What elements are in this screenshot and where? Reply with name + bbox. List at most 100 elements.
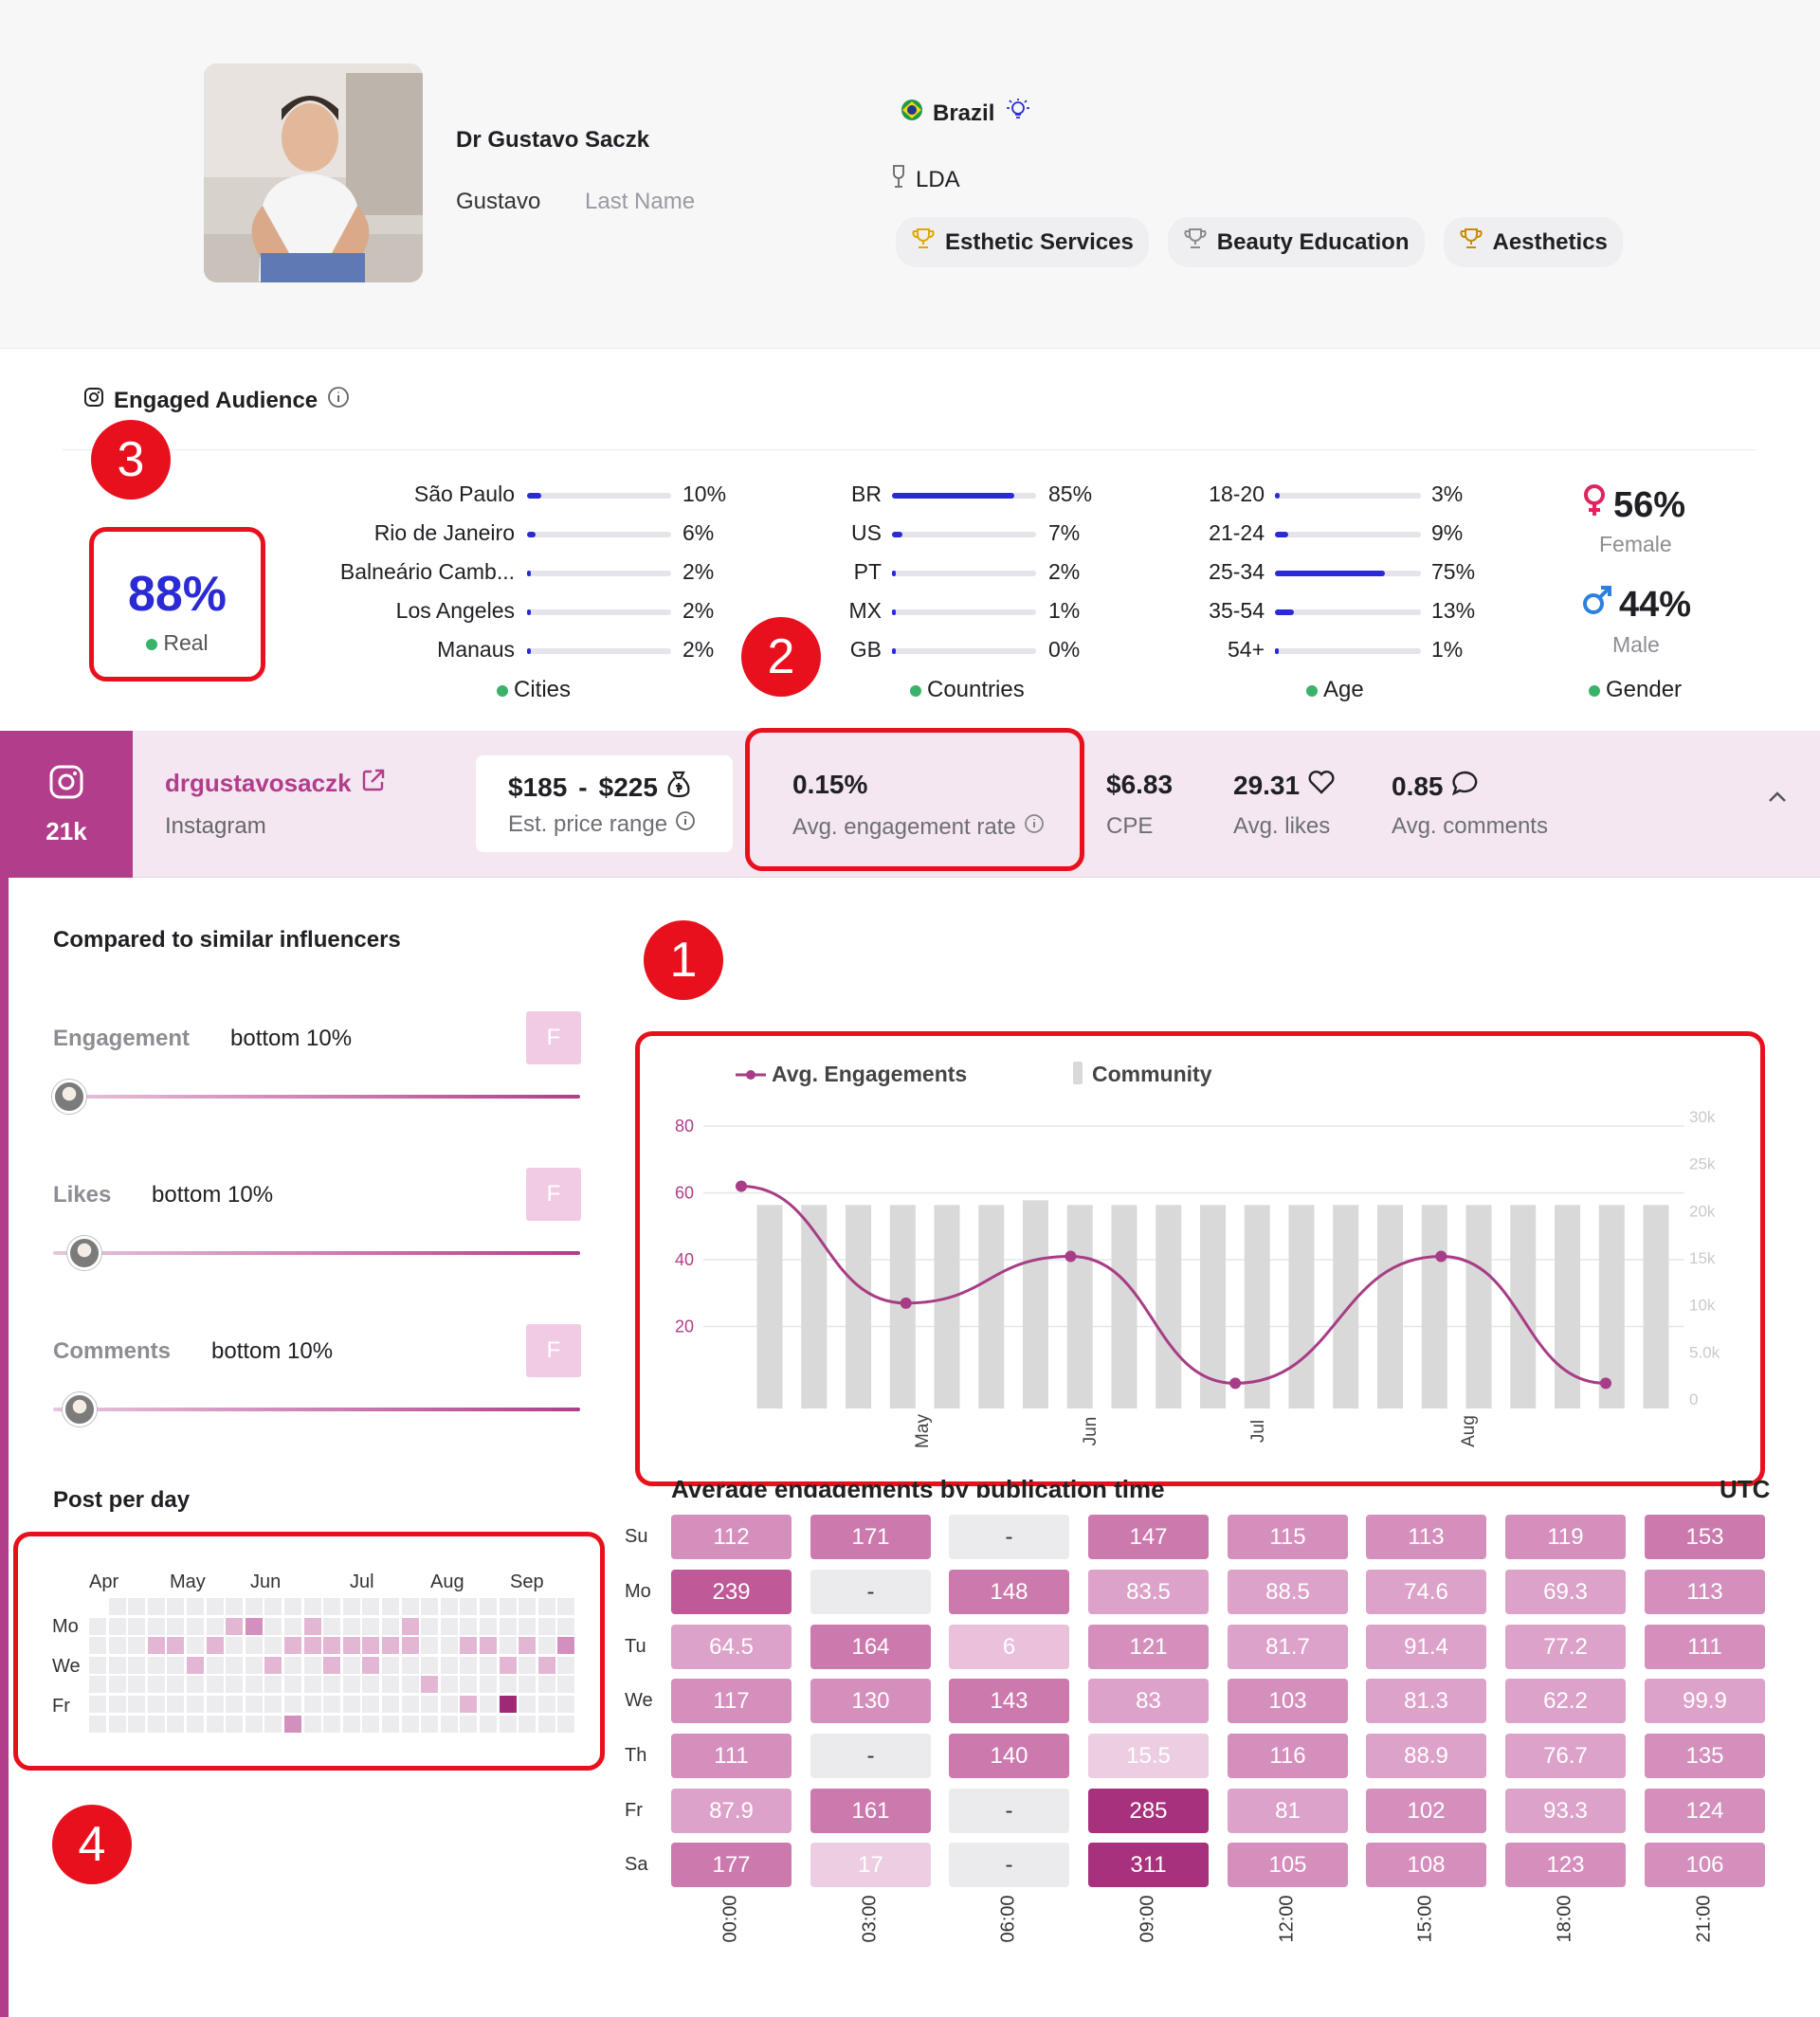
category-tag[interactable]: Aesthetics — [1443, 217, 1623, 267]
heatmap-cell[interactable]: 311 — [1088, 1843, 1209, 1887]
heatmap-cell[interactable]: 88.5 — [1228, 1570, 1348, 1614]
follower-count: 21k — [46, 817, 87, 845]
heatmap-cell[interactable]: 171 — [810, 1515, 931, 1559]
comparison-slider-knob-avatar[interactable] — [67, 1236, 102, 1270]
heatmap-cell[interactable]: 83.5 — [1088, 1570, 1209, 1614]
calendar-cell — [499, 1676, 517, 1694]
calendar-cell — [382, 1696, 399, 1713]
heatmap-cell[interactable]: - — [949, 1843, 1069, 1887]
heatmap-cell[interactable]: - — [810, 1570, 931, 1614]
heatmap-cell[interactable]: 87.9 — [671, 1789, 792, 1833]
heatmap-cell[interactable]: 112 — [671, 1515, 792, 1559]
trophy-icon — [911, 227, 936, 257]
heatmap-cell[interactable]: 74.6 — [1366, 1570, 1486, 1614]
info-icon[interactable] — [675, 810, 696, 838]
heatmap-cell[interactable]: 285 — [1088, 1789, 1209, 1833]
heatmap-cell[interactable]: 111 — [671, 1734, 792, 1778]
heatmap-cell[interactable]: 64.5 — [671, 1625, 792, 1669]
heatmap-cell[interactable]: - — [949, 1515, 1069, 1559]
calendar-cell — [440, 1696, 458, 1713]
chart-x-tick: Jul — [1248, 1420, 1268, 1443]
collapse-icon[interactable] — [1767, 790, 1788, 809]
calendar-cell — [206, 1656, 224, 1674]
heatmap-cell[interactable]: 135 — [1645, 1734, 1765, 1778]
heatmap-cell[interactable]: 62.2 — [1505, 1679, 1626, 1723]
heatmap-cell[interactable]: 147 — [1088, 1515, 1209, 1559]
heatmap-cell[interactable]: 81.3 — [1366, 1679, 1486, 1723]
heatmap-cell[interactable]: 108 — [1366, 1843, 1486, 1887]
chart-bar — [846, 1205, 871, 1408]
countries-item-label: PT — [853, 559, 882, 584]
heatmap-cell[interactable]: 130 — [810, 1679, 931, 1723]
heatmap-cell[interactable]: 17 — [810, 1843, 931, 1887]
heatmap-cell[interactable]: 105 — [1228, 1843, 1348, 1887]
heatmap-cell[interactable]: 117 — [671, 1679, 792, 1723]
heatmap-cell[interactable]: 153 — [1645, 1515, 1765, 1559]
heatmap-cell[interactable]: 103 — [1228, 1679, 1348, 1723]
heatmap-cell[interactable]: 148 — [949, 1570, 1069, 1614]
real-audience-card: 88% Real — [89, 527, 265, 681]
heatmap-cell[interactable]: 88.9 — [1366, 1734, 1486, 1778]
lightbulb-icon[interactable] — [1004, 98, 1032, 129]
calendar-cell — [128, 1676, 146, 1694]
engaged-audience-label: Engaged Audience — [114, 387, 318, 413]
calendar-cell — [440, 1715, 458, 1733]
heatmap-cell[interactable]: 161 — [810, 1789, 931, 1833]
calendar-cell — [323, 1676, 341, 1694]
heatmap-col-label: 12:00 — [1276, 1895, 1298, 1943]
avg-comments-value: 0.85 — [1392, 770, 1480, 803]
heatmap-cell[interactable]: 116 — [1228, 1734, 1348, 1778]
last-name-field[interactable]: Last Name — [585, 189, 695, 215]
heatmap-cell[interactable]: 106 — [1645, 1843, 1765, 1887]
heatmap-cell[interactable]: 239 — [671, 1570, 792, 1614]
heatmap-cell[interactable]: 77.2 — [1505, 1625, 1626, 1669]
category-tag[interactable]: Beauty Education — [1167, 217, 1425, 267]
calendar-cell — [264, 1656, 282, 1674]
heatmap-cell[interactable]: 140 — [949, 1734, 1069, 1778]
chart-y-left-tick: 60 — [675, 1184, 694, 1203]
heatmap-cell[interactable]: 76.7 — [1505, 1734, 1626, 1778]
heatmap-cell[interactable]: 177 — [671, 1843, 792, 1887]
heatmap-cell[interactable]: 81 — [1228, 1789, 1348, 1833]
calendar-cell — [537, 1715, 555, 1733]
heatmap-cell[interactable]: 111 — [1645, 1625, 1765, 1669]
heatmap-cell[interactable]: 102 — [1366, 1789, 1486, 1833]
heatmap-cell[interactable]: - — [949, 1789, 1069, 1833]
calendar-cell — [382, 1598, 399, 1615]
calendar-cell — [480, 1676, 497, 1694]
heatmap-cell[interactable]: 119 — [1505, 1515, 1626, 1559]
calendar-cell — [167, 1656, 185, 1674]
heatmap-cell[interactable]: 143 — [949, 1679, 1069, 1723]
info-icon[interactable] — [327, 386, 350, 415]
posts-per-day-title: Post per day — [53, 1487, 191, 1513]
category-tag[interactable]: Esthetic Services — [896, 217, 1149, 267]
heatmap-cell[interactable]: 164 — [810, 1625, 931, 1669]
heatmap-cell[interactable]: 99.9 — [1645, 1679, 1765, 1723]
heatmap-cell[interactable]: 115 — [1228, 1515, 1348, 1559]
heatmap-cell[interactable]: 69.3 — [1505, 1570, 1626, 1614]
platform-tab[interactable]: 21k — [0, 731, 133, 878]
info-icon[interactable] — [1024, 813, 1045, 841]
cities-item-bar-fill — [527, 648, 531, 654]
gender-label: Gender — [1589, 677, 1682, 703]
heatmap-cell[interactable]: 91.4 — [1366, 1625, 1486, 1669]
comparison-slider-knob-avatar[interactable] — [51, 1080, 86, 1114]
calendar-cell — [460, 1676, 478, 1694]
chart-point — [1229, 1377, 1242, 1390]
heatmap-cell[interactable]: 93.3 — [1505, 1789, 1626, 1833]
heatmap-cell[interactable]: 121 — [1088, 1625, 1209, 1669]
account-handle-link[interactable]: drgustavosaczk — [165, 768, 386, 799]
heatmap-cell[interactable]: 113 — [1645, 1570, 1765, 1614]
heatmap-cell[interactable]: 123 — [1505, 1843, 1626, 1887]
heatmap-cell[interactable]: 83 — [1088, 1679, 1209, 1723]
real-audience-value: 88% — [127, 567, 228, 622]
heatmap-cell[interactable]: 113 — [1366, 1515, 1486, 1559]
heatmap-col-label: 09:00 — [1137, 1895, 1158, 1943]
comparison-slider-knob-avatar[interactable] — [62, 1392, 97, 1426]
heatmap-cell[interactable]: - — [810, 1734, 931, 1778]
first-name-field[interactable]: Gustavo — [456, 189, 540, 215]
heatmap-cell[interactable]: 124 — [1645, 1789, 1765, 1833]
heatmap-cell[interactable]: 15.5 — [1088, 1734, 1209, 1778]
heatmap-cell[interactable]: 6 — [949, 1625, 1069, 1669]
heatmap-cell[interactable]: 81.7 — [1228, 1625, 1348, 1669]
